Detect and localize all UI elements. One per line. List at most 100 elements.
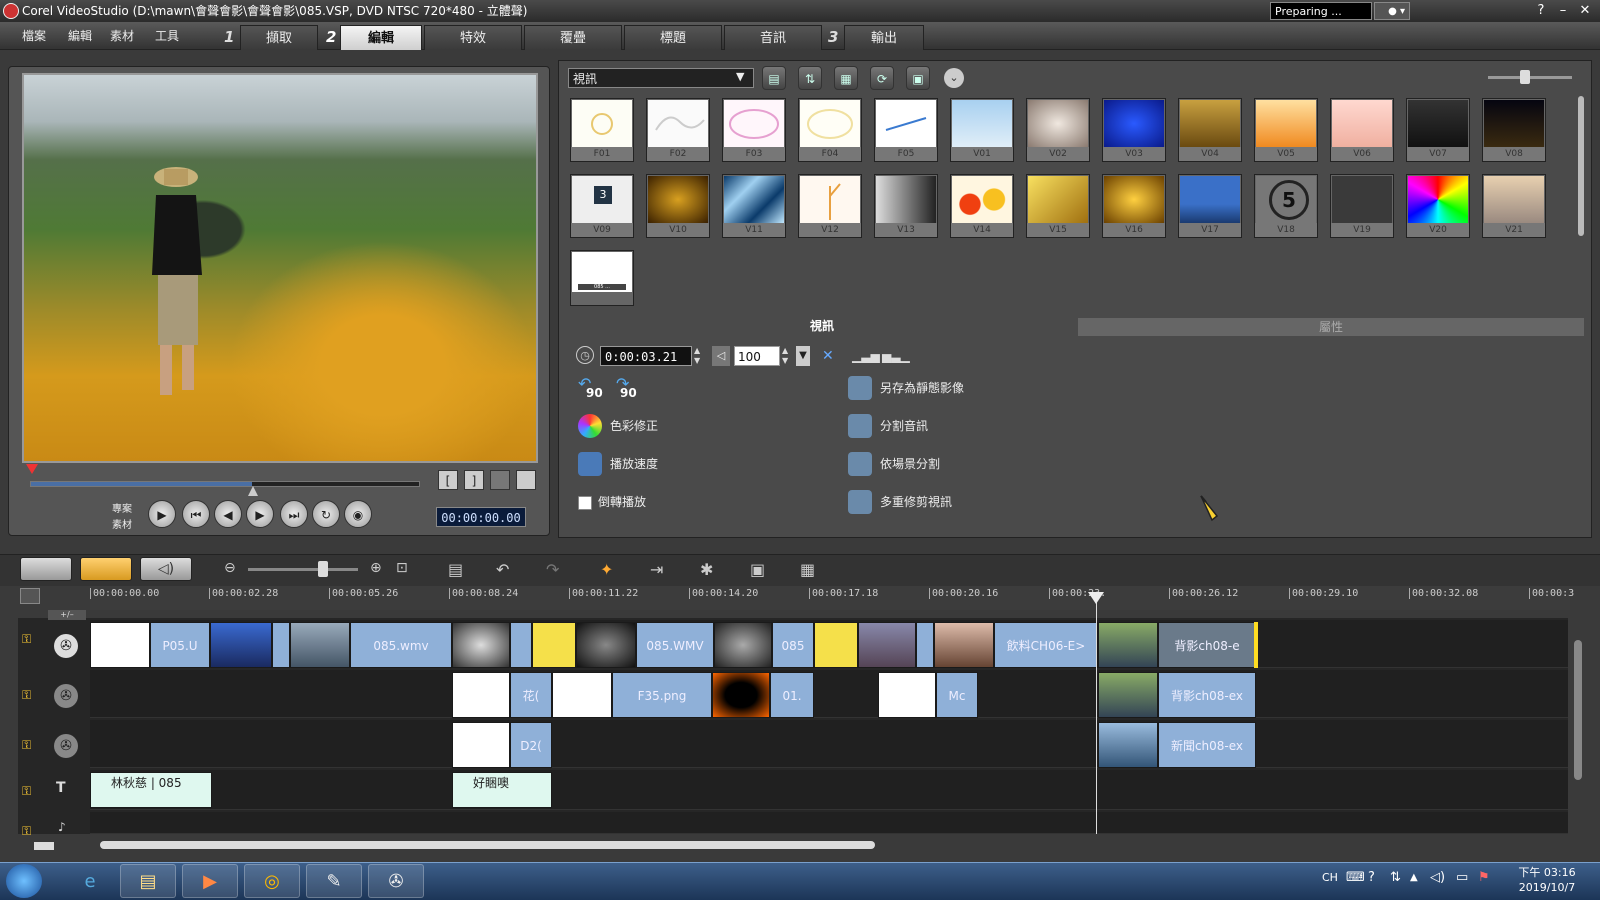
preview-window[interactable]: [22, 73, 538, 463]
help-button[interactable]: ?: [1530, 2, 1552, 20]
library-category-select[interactable]: 視訊: [568, 68, 754, 88]
reverse-checkbox[interactable]: [578, 496, 592, 510]
enlarge-preview-button[interactable]: [516, 470, 536, 490]
explorer-icon[interactable]: ▤: [120, 864, 176, 898]
overlay-clip-thumb[interactable]: [552, 672, 612, 718]
library-thumb[interactable]: V06: [1330, 98, 1394, 162]
lock-icon[interactable]: ⚿: [22, 784, 31, 799]
library-thumb[interactable]: F02: [646, 98, 710, 162]
overlay-clip[interactable]: 新聞ch08-ex: [1158, 722, 1256, 768]
library-thumb[interactable]: 5 V18: [1254, 174, 1318, 238]
display-icon[interactable]: ▭: [1456, 868, 1468, 888]
show-hidden-icons[interactable]: ▲: [1410, 868, 1418, 888]
timeline-clip-thumb[interactable]: [452, 622, 510, 668]
save-as-still-option[interactable]: 另存為靜態影像: [848, 376, 964, 400]
library-thumb[interactable]: F05: [874, 98, 938, 162]
split-audio-option[interactable]: 分割音訊: [848, 414, 928, 438]
overlay-clip-thumb[interactable]: [1098, 722, 1158, 768]
library-thumb[interactable]: V13: [874, 174, 938, 238]
folder-icon[interactable]: ▤: [762, 66, 786, 90]
ie-icon[interactable]: e: [62, 864, 118, 898]
overlay-clip-thumb[interactable]: [878, 672, 936, 718]
library-thumb[interactable]: V14: [950, 174, 1014, 238]
audio-track[interactable]: [90, 812, 1568, 834]
timeline-clip[interactable]: 085: [772, 622, 814, 668]
speaker-icon[interactable]: ◁): [1430, 868, 1445, 888]
refresh-icon[interactable]: ⟳: [870, 66, 894, 90]
timeline-clip-thumb[interactable]: [1098, 622, 1158, 668]
library-thumb[interactable]: V16: [1102, 174, 1166, 238]
previous-frame-button[interactable]: ◀: [214, 500, 242, 528]
menu-tools[interactable]: 工具: [155, 22, 179, 50]
library-thumb[interactable]: V21: [1482, 174, 1546, 238]
duration-stepper[interactable]: ▲ ▼: [694, 346, 704, 366]
zoom-slider[interactable]: [248, 568, 358, 571]
fade-out-icon[interactable]: ▅▃▁: [882, 346, 910, 366]
status-dropdown-arrow[interactable]: ● ▾: [1374, 2, 1410, 20]
overlay-clip-thumb[interactable]: [452, 722, 510, 768]
mute-icon[interactable]: ✕: [822, 346, 842, 366]
insert-media-icon[interactable]: ▤: [448, 560, 463, 579]
trim-icon[interactable]: ⇥: [650, 560, 663, 579]
multi-trim-option[interactable]: 多重修剪視訊: [848, 490, 952, 514]
videostudio-taskbar-icon[interactable]: ✇: [368, 864, 424, 898]
color-correction-option[interactable]: 色彩修正: [578, 414, 658, 438]
timeline-clip[interactable]: 背影ch08-e: [1158, 622, 1256, 668]
library-thumb[interactable]: F04: [798, 98, 862, 162]
mode-project-label[interactable]: 專案: [112, 500, 132, 515]
fade-in-icon[interactable]: ▁▃▅: [852, 346, 880, 366]
tab-effects[interactable]: 特效: [424, 25, 522, 50]
tab-audio[interactable]: 音訊: [724, 25, 822, 50]
reverse-playback-option[interactable]: 倒轉播放: [578, 490, 646, 514]
preview-timecode[interactable]: 00:00:00.00: [436, 507, 526, 527]
library-thumb[interactable]: V04: [1178, 98, 1242, 162]
overlay-clip[interactable]: D2(: [510, 722, 552, 768]
ruler-view-icon[interactable]: [20, 588, 40, 604]
timeline-clip[interactable]: [90, 622, 150, 668]
action-center-icon[interactable]: ⚑: [1478, 868, 1490, 888]
tab-capture[interactable]: 擷取: [240, 25, 318, 50]
expand-options-icon[interactable]: ⌄: [944, 68, 964, 88]
record-icon[interactable]: ▣: [750, 560, 765, 579]
library-thumb[interactable]: F01: [570, 98, 634, 162]
timeline-clip-thumb[interactable]: [290, 622, 350, 668]
timeline-clip[interactable]: P05.U: [150, 622, 210, 668]
zoom-in-icon[interactable]: ⊕: [370, 560, 382, 576]
timeline-scroll-left-button[interactable]: [34, 842, 54, 850]
tab-share[interactable]: 輸出: [844, 25, 924, 50]
smart-render-icon[interactable]: ✦: [600, 560, 613, 579]
library-thumb[interactable]: V10: [646, 174, 710, 238]
language-indicator[interactable]: CH: [1322, 868, 1338, 888]
library-thumb-085[interactable]: 085 ...: [570, 250, 634, 306]
storyboard-view-button[interactable]: [20, 557, 72, 581]
rotate-left-button[interactable]: ↶ 90: [578, 374, 606, 402]
title-clip[interactable]: 好睏噢: [452, 772, 552, 808]
playback-speed-option[interactable]: 播放速度: [578, 452, 658, 476]
overlay-clip[interactable]: F35.png: [612, 672, 712, 718]
overlay-clip[interactable]: 花(: [510, 672, 552, 718]
lock-icon[interactable]: ⚿: [22, 824, 31, 839]
library-thumb[interactable]: 3 V09: [570, 174, 634, 238]
status-combo[interactable]: Preparing ...: [1270, 2, 1372, 20]
fit-project-icon[interactable]: ⊡: [396, 560, 408, 576]
mode-clip-label[interactable]: 素材: [112, 516, 132, 531]
mark-out-button[interactable]: ]: [464, 470, 484, 490]
timeline-clip[interactable]: [510, 622, 532, 668]
thumbnail-size-handle[interactable]: [1520, 70, 1530, 84]
timeline-clip[interactable]: 085.wmv: [350, 622, 452, 668]
keyboard-icon[interactable]: ⌨: [1346, 868, 1365, 888]
media-player-icon[interactable]: ▶: [182, 864, 238, 898]
library-manager-icon[interactable]: ▦: [834, 66, 858, 90]
tab-title[interactable]: 標題: [624, 25, 722, 50]
sort-icon[interactable]: ⇅: [798, 66, 822, 90]
volume-stepper[interactable]: ▲ ▼: [782, 346, 792, 366]
timeline-clip[interactable]: [272, 622, 290, 668]
timeline-clip-thumb[interactable]: [714, 622, 772, 668]
chevron-down-icon[interactable]: ▼: [736, 70, 750, 86]
paint-icon[interactable]: ✎: [306, 864, 362, 898]
clock-time[interactable]: 下午 03:16: [1512, 864, 1582, 880]
timeline-clip[interactable]: 085.WMV: [636, 622, 714, 668]
play-button[interactable]: ▶: [148, 500, 176, 528]
library-thumb[interactable]: V08: [1482, 98, 1546, 162]
library-thumb[interactable]: V12: [798, 174, 862, 238]
